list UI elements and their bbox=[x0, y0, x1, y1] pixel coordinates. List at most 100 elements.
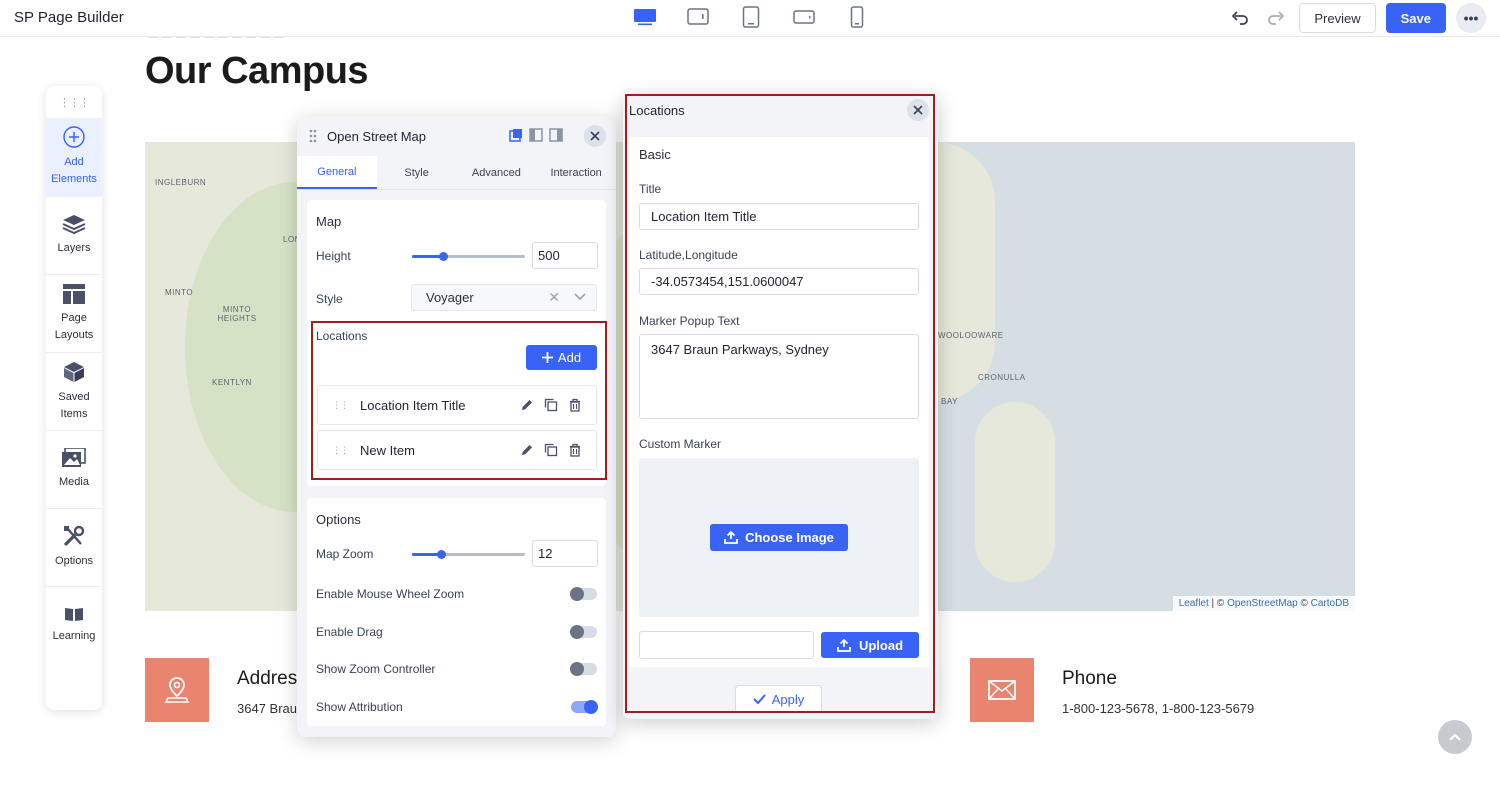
list-item[interactable]: ⋮⋮ New Item bbox=[317, 430, 597, 470]
choose-image-label: Choose Image bbox=[745, 530, 834, 545]
toggle-knob bbox=[570, 625, 584, 639]
apply-button[interactable]: Apply bbox=[735, 685, 822, 713]
close-panel-button[interactable] bbox=[907, 99, 929, 121]
map-land-strip bbox=[935, 142, 995, 402]
sidebar-item-options[interactable]: Options bbox=[46, 508, 102, 586]
section-title: Options bbox=[316, 512, 361, 527]
map-label: INGLEBURN bbox=[155, 178, 207, 187]
sidebar-item-add-elements[interactable]: Add Elements bbox=[46, 118, 102, 196]
panel-header[interactable]: Locations bbox=[623, 94, 938, 127]
dock-left-icon[interactable] bbox=[529, 128, 543, 142]
upload-icon bbox=[724, 531, 738, 544]
attribution-toggle[interactable] bbox=[571, 700, 598, 714]
sidebar-item-learning[interactable]: Learning bbox=[46, 586, 102, 664]
tablet-icon[interactable] bbox=[738, 6, 763, 28]
map-zoom-slider[interactable] bbox=[412, 550, 525, 559]
attribution-separator: | © bbox=[1208, 598, 1228, 609]
preview-button[interactable]: Preview bbox=[1299, 3, 1376, 33]
section-title: Basic bbox=[639, 147, 671, 162]
chevron-up-icon bbox=[1449, 733, 1461, 741]
edit-icon[interactable] bbox=[520, 398, 534, 412]
clear-icon[interactable]: ✕ bbox=[548, 289, 560, 306]
edit-icon[interactable] bbox=[520, 443, 534, 457]
latlng-input[interactable]: -34.0573454,151.0600047 bbox=[639, 268, 919, 295]
map-zoom-label: Map Zoom bbox=[316, 547, 374, 561]
marker-image-dropzone[interactable]: Choose Image bbox=[639, 458, 919, 617]
map-label: BAY bbox=[941, 397, 958, 406]
open-street-map-panel: Open Street Map General Style Advanced I… bbox=[297, 116, 616, 737]
choose-image-button[interactable]: Choose Image bbox=[710, 524, 848, 551]
tools-icon bbox=[64, 525, 85, 546]
height-slider-knob[interactable] bbox=[438, 252, 448, 261]
tablet-landscape-icon[interactable] bbox=[685, 6, 710, 28]
upload-label: Upload bbox=[858, 637, 904, 653]
height-slider[interactable] bbox=[412, 252, 525, 261]
layout-icon bbox=[63, 283, 85, 304]
map-label: WOOLOOWARE bbox=[938, 331, 1004, 340]
redo-icon[interactable] bbox=[1263, 5, 1289, 31]
address-title: Addres bbox=[237, 668, 298, 689]
toggle-label: Show Attribution bbox=[316, 700, 403, 714]
floating-view-icon[interactable] bbox=[509, 128, 523, 142]
trash-icon[interactable] bbox=[568, 398, 582, 412]
add-location-button[interactable]: Add bbox=[526, 345, 597, 370]
leaflet-link[interactable]: Leaflet bbox=[1179, 598, 1209, 609]
panel-title: Locations bbox=[629, 103, 685, 118]
more-options-button[interactable]: ••• bbox=[1456, 3, 1486, 33]
dock-right-icon[interactable] bbox=[549, 128, 563, 142]
book-icon bbox=[65, 608, 83, 621]
trash-icon[interactable] bbox=[568, 443, 582, 457]
locations-label: Locations bbox=[316, 329, 368, 343]
map-zoom-slider-knob[interactable] bbox=[437, 550, 447, 559]
plus-icon bbox=[541, 352, 553, 363]
title-input[interactable]: Location Item Title bbox=[639, 203, 919, 230]
scroll-to-top-button[interactable] bbox=[1438, 720, 1472, 754]
sidebar-item-page-layouts[interactable]: Page Layouts bbox=[46, 274, 102, 352]
sidebar-item-layers[interactable]: Layers bbox=[46, 196, 102, 274]
sidebar-item-media[interactable]: Media bbox=[46, 430, 102, 508]
layers-icon bbox=[62, 215, 86, 234]
zoom-controller-toggle[interactable] bbox=[570, 662, 597, 676]
openstreetmap-link[interactable]: OpenStreetMap bbox=[1227, 598, 1298, 609]
list-item[interactable]: ⋮⋮ Location Item Title bbox=[317, 385, 597, 425]
box-icon bbox=[64, 361, 84, 382]
style-select[interactable]: Voyager ✕ bbox=[411, 284, 597, 311]
add-location-label: Add bbox=[557, 350, 582, 365]
sidebar-item-label: Page Layouts bbox=[54, 311, 94, 341]
height-input[interactable]: 500 bbox=[532, 242, 598, 269]
sidebar-item-saved-items[interactable]: Saved Items bbox=[46, 352, 102, 430]
drag-handle-icon bbox=[309, 129, 317, 143]
drag-handle-icon[interactable]: ⋮⋮ bbox=[332, 400, 349, 411]
toggle-label: Enable Mouse Wheel Zoom bbox=[316, 587, 465, 601]
map-zoom-input[interactable]: 12 bbox=[532, 540, 598, 567]
marker-url-input[interactable] bbox=[639, 631, 814, 659]
tab-style[interactable]: Style bbox=[377, 156, 457, 189]
tab-general[interactable]: General bbox=[297, 156, 377, 189]
sidebar-item-label: Learning bbox=[52, 630, 96, 642]
drag-handle-icon[interactable]: ⋮⋮ bbox=[332, 445, 349, 456]
tab-advanced[interactable]: Advanced bbox=[457, 156, 537, 189]
map-settings-card: Map Height 500 Style Voyager ✕ Locations… bbox=[307, 200, 606, 486]
mobile-landscape-icon[interactable] bbox=[791, 6, 816, 28]
save-button[interactable]: Save bbox=[1385, 3, 1446, 33]
close-panel-button[interactable] bbox=[584, 125, 606, 147]
mobile-icon[interactable] bbox=[844, 6, 869, 28]
cartodb-link[interactable]: CartoDB bbox=[1311, 598, 1349, 609]
mouse-wheel-zoom-toggle[interactable] bbox=[570, 587, 597, 601]
duplicate-icon[interactable] bbox=[544, 443, 558, 457]
desktop-icon[interactable] bbox=[632, 6, 657, 28]
enable-drag-toggle[interactable] bbox=[570, 625, 597, 639]
page-heading: Our Campus bbox=[145, 50, 369, 92]
style-label: Style bbox=[316, 292, 343, 306]
drag-handle-icon[interactable]: ⋮⋮⋮ bbox=[46, 86, 102, 118]
tab-interaction[interactable]: Interaction bbox=[536, 156, 616, 189]
duplicate-icon[interactable] bbox=[544, 398, 558, 412]
checkmark-icon bbox=[753, 694, 766, 704]
panel-header[interactable]: Open Street Map bbox=[297, 116, 616, 156]
popup-text-textarea[interactable]: 3647 Braun Parkways, Sydney bbox=[639, 334, 919, 419]
undo-icon[interactable] bbox=[1227, 5, 1253, 31]
sidebar-item-label: Options bbox=[55, 555, 93, 567]
custom-marker-label: Custom Marker bbox=[639, 437, 722, 451]
location-item-label: New Item bbox=[360, 442, 415, 458]
upload-button[interactable]: Upload bbox=[821, 632, 919, 658]
